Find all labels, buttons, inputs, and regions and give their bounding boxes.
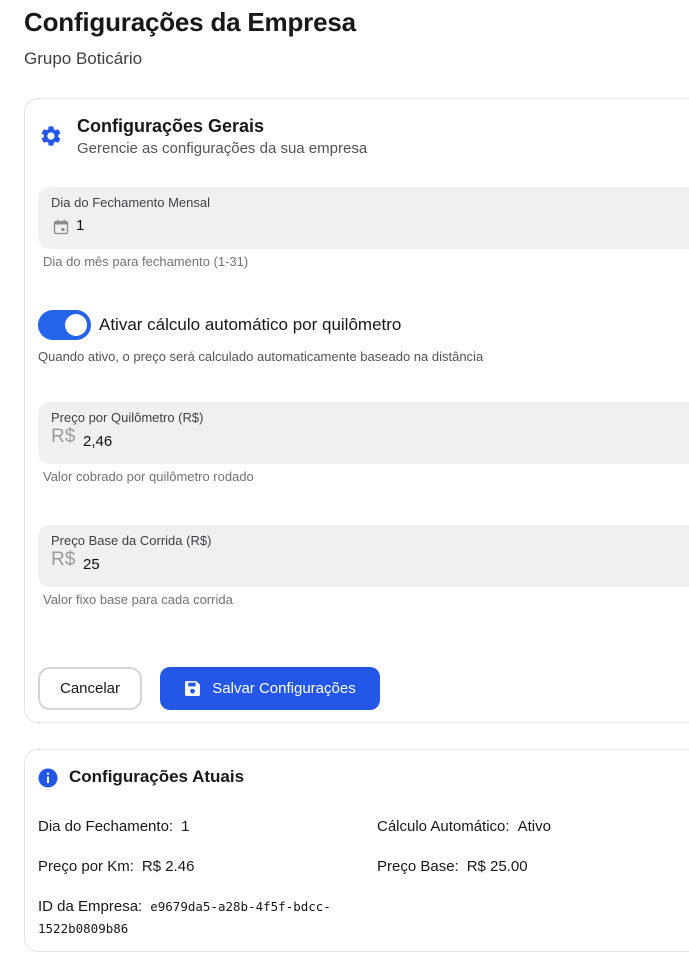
page-header: Configurações da Empresa Grupo Boticário: [0, 0, 689, 90]
card-description: Gerencie as configurações da sua empresa: [77, 140, 368, 157]
save-button-label: Salvar Configurações: [212, 680, 356, 697]
closing-day-help: Dia do mês para fechamento (1-31): [43, 254, 249, 269]
auto-calc-help: Quando ativo, o preço será calculado aut…: [38, 349, 484, 364]
base-price-field[interactable]: Preço Base da Corrida (R$) R$ 25: [38, 525, 689, 587]
floppy-disk-icon: [185, 681, 201, 696]
closing-day-value: 1: [181, 818, 190, 835]
page-title: Configurações da Empresa: [24, 7, 356, 37]
current-company-id: ID da Empresa: e9679da5-a28b-4f5f-bdcc- 1…: [38, 896, 368, 940]
general-settings-card: Configurações Gerais Gerencie as configu…: [24, 98, 689, 723]
base-price-value: R$ 25.00: [466, 858, 528, 875]
current-settings-card: Configurações Atuais Dia do Fechamento: 1…: [24, 749, 689, 952]
price-per-km-input[interactable]: 2,46: [83, 433, 112, 450]
company-id-value-line2: 1522b0809b86: [38, 921, 129, 936]
page-subtitle: Grupo Boticário: [24, 49, 143, 68]
price-km-value: R$ 2.46: [141, 858, 195, 875]
toggle-knob: [65, 314, 87, 336]
closing-day-key: Dia do Fechamento:: [38, 818, 174, 835]
base-price-label: Preço Base da Corrida (R$): [51, 533, 212, 548]
auto-calc-label[interactable]: Ativar cálculo automático por quilômetro: [99, 315, 401, 335]
price-per-km-help: Valor cobrado por quilômetro rodado: [43, 469, 254, 484]
base-price-input[interactable]: 25: [83, 556, 100, 573]
current-title: Configurações Atuais: [69, 767, 245, 786]
current-header: Configurações Atuais: [38, 767, 244, 788]
auto-calc-toggle[interactable]: [38, 310, 91, 340]
closing-day-label: Dia do Fechamento Mensal: [51, 195, 210, 210]
price-per-km-field[interactable]: Preço por Quilômetro (R$) R$ 2,46: [38, 402, 689, 464]
save-button[interactable]: Salvar Configurações: [160, 667, 380, 710]
company-id-value-line1: e9679da5-a28b-4f5f-bdcc-: [150, 899, 331, 914]
closing-day-input[interactable]: 1: [76, 217, 84, 234]
auto-calc-value: Ativo: [517, 818, 551, 835]
price-per-km-label: Preço por Quilômetro (R$): [51, 410, 204, 425]
price-km-key: Preço por Km:: [38, 858, 134, 875]
base-price-key: Preço Base:: [377, 858, 459, 875]
current-auto-calc: Cálculo Automático: Ativo: [377, 818, 551, 835]
card-title: Configurações Gerais: [77, 116, 265, 136]
current-base-price: Preço Base: R$ 25.00: [377, 858, 528, 875]
gear-icon: [41, 126, 61, 146]
calendar-icon: [53, 219, 69, 235]
currency-prefix: R$: [51, 426, 76, 447]
card-header: Configurações Gerais Gerencie as configu…: [39, 115, 367, 157]
info-icon: [38, 768, 58, 788]
closing-day-field[interactable]: Dia do Fechamento Mensal 1: [38, 187, 689, 249]
currency-prefix: R$: [51, 549, 76, 570]
company-id-key: ID da Empresa:: [38, 898, 143, 915]
current-closing-day: Dia do Fechamento: 1: [38, 818, 189, 835]
auto-calc-key: Cálculo Automático:: [377, 818, 510, 835]
current-price-km: Preço por Km: R$ 2.46: [38, 858, 194, 875]
base-price-help: Valor fixo base para cada corrida: [43, 592, 233, 607]
cancel-button[interactable]: Cancelar: [38, 667, 142, 710]
